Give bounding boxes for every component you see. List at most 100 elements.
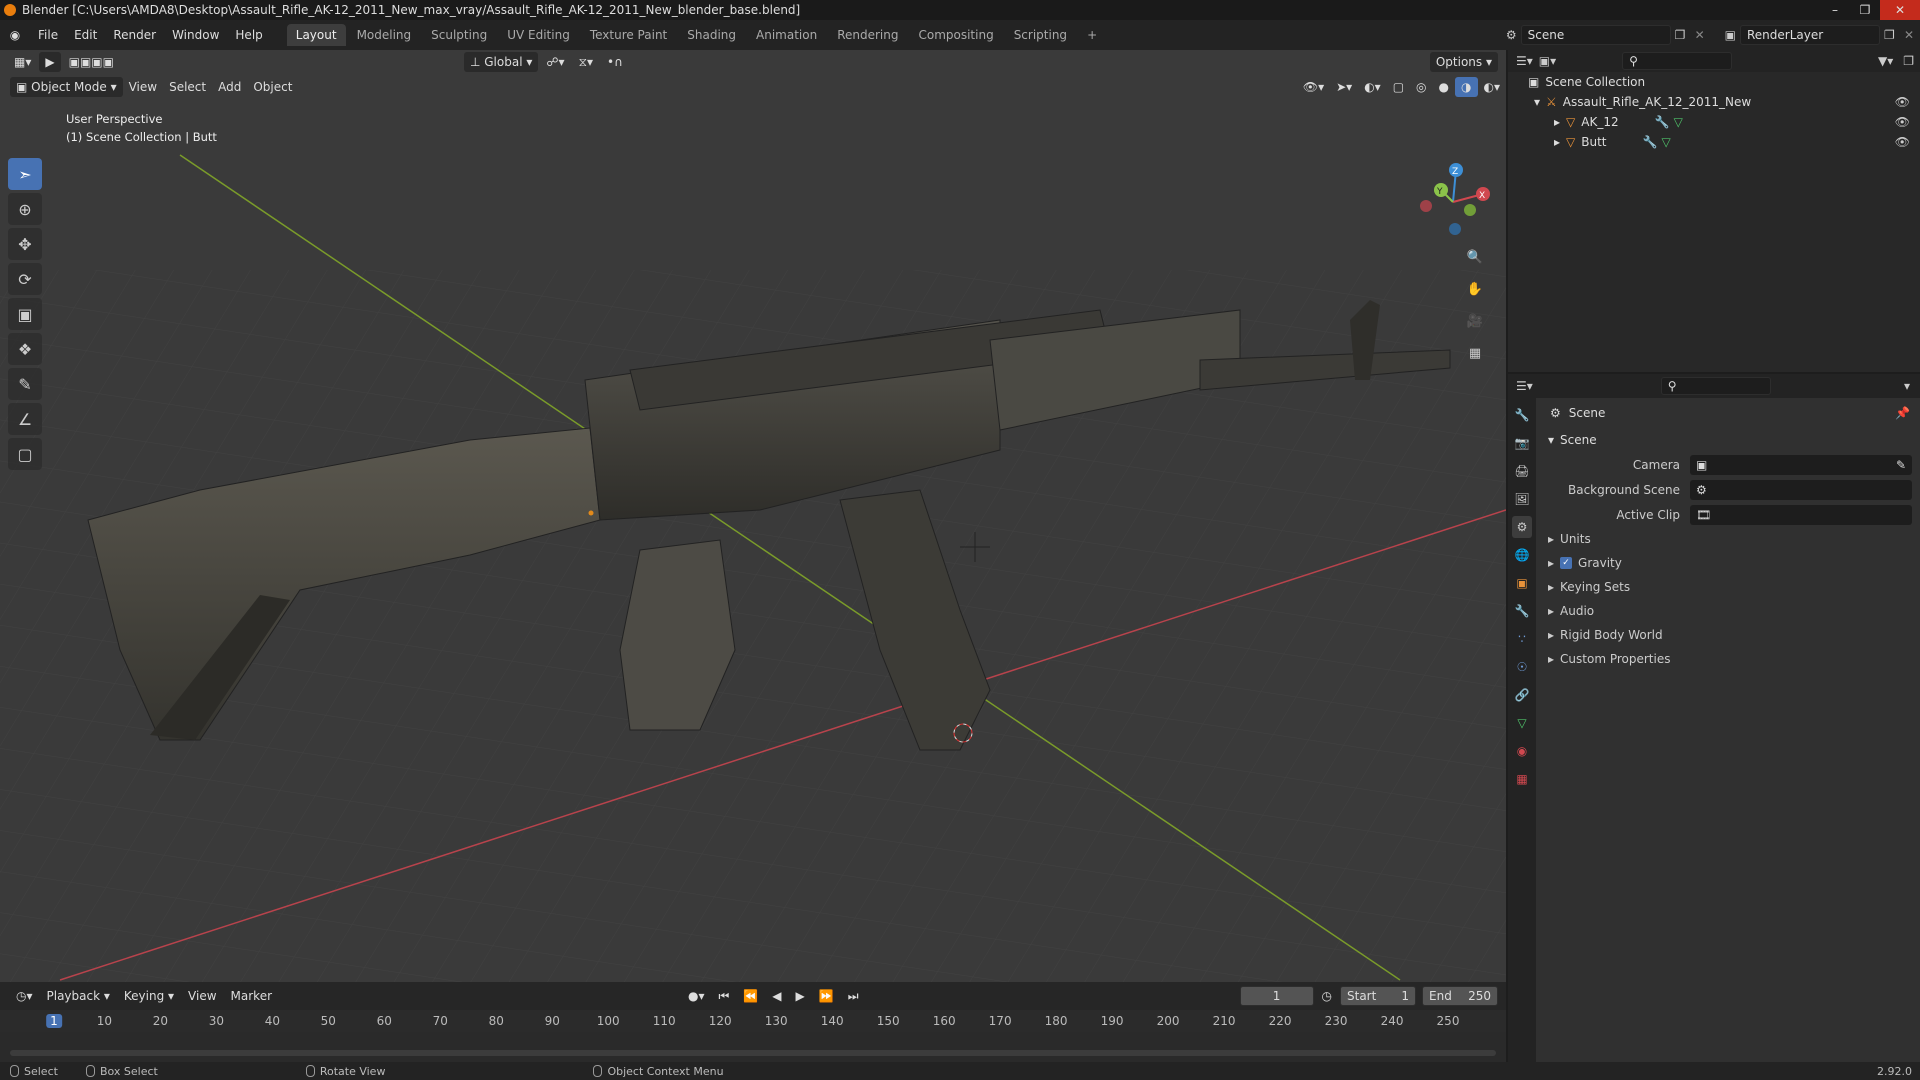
properties-search-input[interactable]: ⚲: [1660, 377, 1771, 395]
menu-select[interactable]: Select: [163, 77, 212, 97]
outliner-item[interactable]: ▸ ▽ AK_12 🔧 ▽ 👁: [1508, 112, 1920, 132]
close-icon[interactable]: ✕: [1880, 0, 1920, 20]
orientation-dropdown[interactable]: ⊥ Global ▾: [463, 52, 539, 72]
camera-view-icon[interactable]: 🎥: [1462, 308, 1488, 334]
menu-edit[interactable]: Edit: [66, 28, 105, 42]
shading-wireframe-icon[interactable]: ◎: [1410, 77, 1432, 97]
renderlayer-field[interactable]: RenderLayer: [1740, 25, 1880, 45]
physics-tab-icon[interactable]: ☉: [1512, 656, 1532, 678]
jump-end-icon[interactable]: ⏭: [842, 986, 865, 1006]
output-tab-icon[interactable]: 🖨: [1512, 460, 1532, 482]
camera-field[interactable]: ▣ ✎: [1690, 454, 1912, 475]
audio-subpanel[interactable]: ▸ Audio: [1538, 599, 1920, 623]
preview-range-icon[interactable]: ◷: [1316, 986, 1338, 1006]
playback-menu[interactable]: Playback ▾: [41, 986, 116, 1006]
snap-icon[interactable]: ⧖▾: [573, 52, 599, 72]
blender-menu-icon[interactable]: ◉: [0, 28, 30, 42]
eyedropper-icon[interactable]: ✎: [1896, 458, 1906, 472]
xray-icon[interactable]: ▢: [1387, 77, 1410, 97]
shading-rendered-icon[interactable]: ◐▾: [1478, 77, 1507, 97]
tab-scripting[interactable]: Scripting: [1005, 24, 1076, 46]
add-workspace-icon[interactable]: +: [1078, 24, 1106, 46]
background-scene-field[interactable]: ⚙: [1690, 479, 1912, 500]
tab-sculpting[interactable]: Sculpting: [422, 24, 496, 46]
menu-help[interactable]: Help: [227, 28, 270, 42]
shading-solid-icon[interactable]: ●: [1433, 77, 1455, 97]
visibility-icon[interactable]: 👁▾: [1297, 77, 1330, 97]
timeline-track[interactable]: [0, 1032, 1506, 1062]
world-tab-icon[interactable]: 🌐: [1512, 544, 1532, 566]
new-collection-icon[interactable]: ❐: [1903, 54, 1914, 68]
add-cube-tool-icon[interactable]: ▢: [8, 438, 42, 470]
eye-icon[interactable]: 👁: [1895, 115, 1910, 129]
tab-compositing[interactable]: Compositing: [909, 24, 1002, 46]
overlay-toggle-icon[interactable]: ◐▾: [1358, 77, 1387, 97]
texture-tab-icon[interactable]: ▦: [1512, 768, 1532, 790]
options-button[interactable]: Options ▾: [1429, 52, 1498, 72]
play-reverse-icon[interactable]: ◀: [766, 986, 787, 1006]
properties-options-icon[interactable]: ▾: [1904, 379, 1910, 393]
frame-ruler[interactable]: 1 10 20 30 40 50 60 70 80 90 100 110 120 130 140 150 160…: [0, 1010, 1506, 1032]
pan-hand-icon[interactable]: ✋: [1462, 276, 1488, 302]
tool-tab-icon[interactable]: 🔧: [1512, 404, 1532, 426]
timeline-view-menu[interactable]: View: [182, 986, 222, 1006]
tab-layout[interactable]: Layout: [286, 24, 346, 46]
select-box-tool-icon[interactable]: ➣: [8, 158, 42, 190]
expand-down-icon[interactable]: ▾: [1534, 95, 1540, 109]
annotate-tool-icon[interactable]: ✎: [8, 368, 42, 400]
outliner-item[interactable]: ▸ ▽ Butt 🔧 ▽ 👁: [1508, 132, 1920, 152]
menu-file[interactable]: File: [30, 28, 66, 42]
next-keyframe-icon[interactable]: ⏩: [813, 986, 840, 1006]
particles-tab-icon[interactable]: ∵: [1512, 628, 1532, 650]
tab-animation[interactable]: Animation: [747, 24, 826, 46]
prev-keyframe-icon[interactable]: ⏪: [737, 986, 764, 1006]
eye-icon[interactable]: 👁: [1895, 95, 1910, 109]
outliner-search-input[interactable]: ⚲: [1622, 52, 1733, 70]
remove-scene-icon[interactable]: ✕: [1695, 28, 1711, 42]
remove-layer-icon[interactable]: ✕: [1904, 28, 1920, 42]
new-layer-icon[interactable]: ❐: [1884, 28, 1900, 42]
gizmo-toggle-icon[interactable]: ➤▾: [1330, 77, 1358, 97]
expand-right-icon[interactable]: ▸: [1554, 115, 1560, 129]
scene-panel-header[interactable]: ▾ Scene: [1538, 428, 1920, 452]
proportional-edit-icon[interactable]: •∩: [601, 52, 629, 72]
jump-start-icon[interactable]: ⏮: [713, 986, 736, 1006]
data-tab-icon[interactable]: ▽: [1512, 712, 1532, 734]
tab-texture-paint[interactable]: Texture Paint: [581, 24, 676, 46]
material-tab-icon[interactable]: ◉: [1512, 740, 1532, 762]
end-frame-field[interactable]: End 250: [1422, 986, 1498, 1006]
custom-properties-subpanel[interactable]: ▸ Custom Properties: [1538, 647, 1920, 671]
scale-tool-icon[interactable]: ▣: [8, 298, 42, 330]
maximize-icon[interactable]: ❐: [1850, 0, 1880, 20]
constraints-tab-icon[interactable]: 🔗: [1512, 684, 1532, 706]
render-tab-icon[interactable]: 📷: [1512, 432, 1532, 454]
filter-icon[interactable]: ▼▾: [1878, 54, 1893, 68]
measure-tool-icon[interactable]: ∠: [8, 403, 42, 435]
tab-rendering[interactable]: Rendering: [828, 24, 907, 46]
zoom-icon[interactable]: 🔍: [1462, 244, 1488, 270]
viewport-canvas[interactable]: Z X Y: [0, 50, 1506, 982]
scene-field[interactable]: Scene: [1520, 25, 1671, 45]
move-tool-icon[interactable]: ✥: [8, 228, 42, 260]
expand-right-icon[interactable]: ▸: [1554, 135, 1560, 149]
object-tab-icon[interactable]: ▣: [1512, 572, 1532, 594]
menu-window[interactable]: Window: [164, 28, 227, 42]
display-mode-icon[interactable]: ▣▾: [1539, 54, 1556, 68]
start-frame-field[interactable]: Start 1: [1340, 986, 1416, 1006]
active-clip-field[interactable]: 🎞: [1690, 504, 1912, 525]
units-subpanel[interactable]: ▸ Units: [1538, 527, 1920, 551]
rotate-tool-icon[interactable]: ⟳: [8, 263, 42, 295]
view-layer-tab-icon[interactable]: 🖼: [1512, 488, 1532, 510]
menu-object[interactable]: Object: [247, 77, 298, 97]
gravity-checkbox[interactable]: ✓: [1560, 557, 1573, 569]
timeline-editor-type-icon[interactable]: ◷▾: [10, 986, 39, 1006]
ortho-grid-icon[interactable]: ▦: [1462, 340, 1488, 366]
gravity-subpanel[interactable]: ▸ ✓ Gravity: [1538, 551, 1920, 575]
minimize-icon[interactable]: –: [1820, 0, 1850, 20]
3d-viewport[interactable]: Z X Y ▦▾ ▶ ▣▣▣▣ ⊥ Global ▾ ☍▾ ⧖▾ •∩ Opti…: [0, 50, 1506, 982]
properties-editor-type-icon[interactable]: ☰▾: [1516, 379, 1533, 393]
keying-sets-subpanel[interactable]: ▸ Keying Sets: [1538, 575, 1920, 599]
pin-icon[interactable]: 📌: [1895, 406, 1910, 420]
new-scene-icon[interactable]: ❐: [1675, 28, 1691, 42]
tab-shading[interactable]: Shading: [678, 24, 745, 46]
